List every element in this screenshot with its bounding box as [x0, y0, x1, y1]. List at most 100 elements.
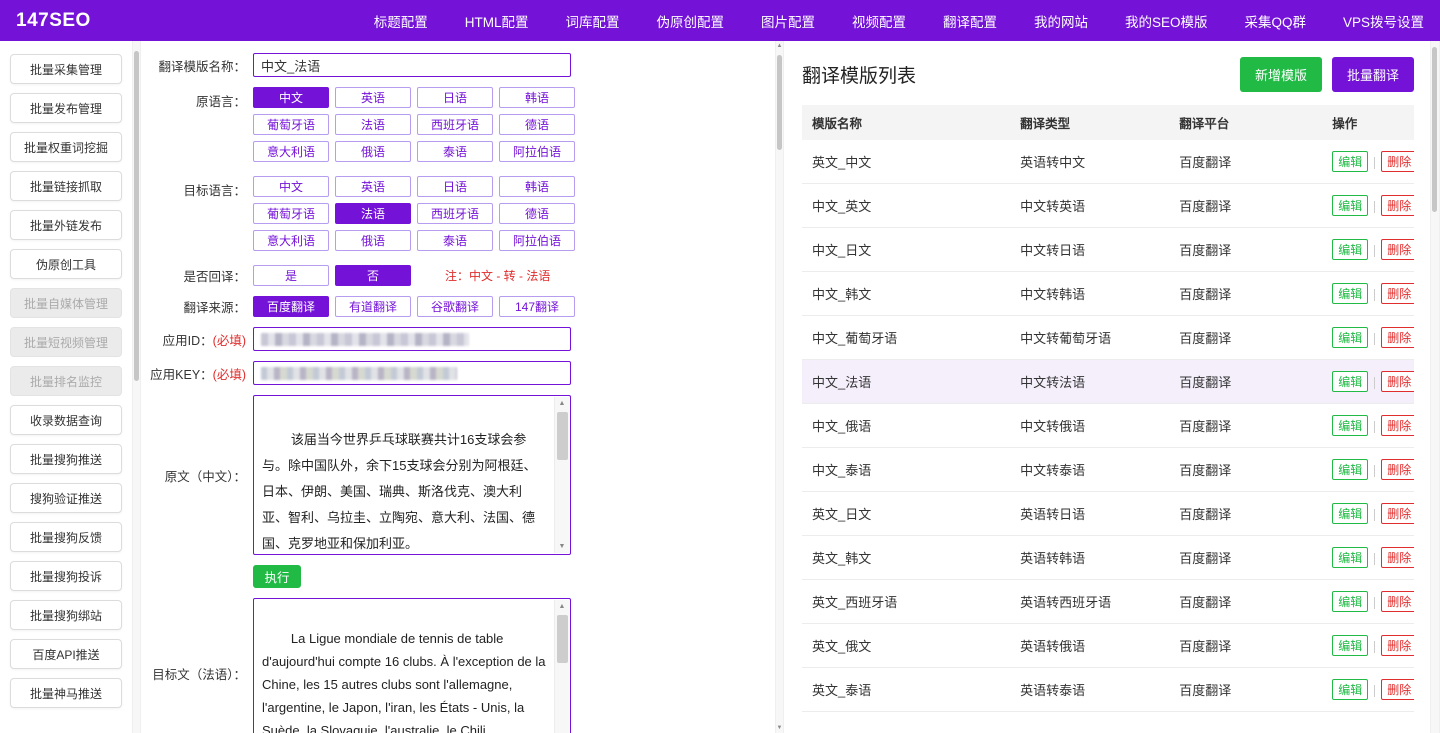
app-logo[interactable]: 147SEO [16, 10, 91, 32]
delete-button[interactable]: 删除 [1381, 591, 1414, 612]
language-option[interactable]: 韩语 [499, 87, 575, 108]
form-scrollbar[interactable]: ▲ ▼ [775, 41, 784, 733]
app-id-input[interactable] [253, 327, 571, 351]
edit-button[interactable]: 编辑 [1332, 195, 1368, 216]
sidebar-item[interactable]: 批量神马推送 [10, 678, 122, 708]
sidebar-item[interactable]: 伪原创工具 [10, 249, 122, 279]
sidebar-item[interactable]: 收录数据查询 [10, 405, 122, 435]
table-row[interactable]: 中文_英文中文转英语百度翻译编辑删除 [802, 184, 1414, 228]
nav-item[interactable]: 视频配置 [852, 11, 906, 31]
sidebar-item[interactable]: 百度API推送 [10, 639, 122, 669]
scrollbar-thumb[interactable] [1432, 47, 1437, 212]
edit-button[interactable]: 编辑 [1332, 371, 1368, 392]
table-row[interactable]: 中文_法语中文转法语百度翻译编辑删除 [802, 360, 1414, 404]
edit-button[interactable]: 编辑 [1332, 415, 1368, 436]
language-option[interactable]: 葡萄牙语 [253, 203, 329, 224]
scroll-down-icon[interactable]: ▼ [776, 723, 783, 733]
add-template-button[interactable]: 新增模版 [1240, 57, 1322, 92]
nav-item[interactable]: 词库配置 [565, 11, 619, 31]
delete-button[interactable]: 删除 [1381, 415, 1414, 436]
delete-button[interactable]: 删除 [1381, 151, 1414, 172]
scroll-up-icon[interactable]: ▲ [776, 41, 783, 51]
nav-item[interactable]: 采集QQ群 [1244, 11, 1306, 31]
edit-button[interactable]: 编辑 [1332, 503, 1368, 524]
language-option[interactable]: 日语 [417, 176, 493, 197]
language-option[interactable]: 意大利语 [253, 141, 329, 162]
scroll-up-icon[interactable]: ▲ [555, 600, 569, 613]
back-translate-option[interactable]: 否 [335, 265, 411, 286]
delete-button[interactable]: 删除 [1381, 679, 1414, 700]
edit-button[interactable]: 编辑 [1332, 679, 1368, 700]
sidebar-scrollbar[interactable] [132, 41, 141, 733]
language-option[interactable]: 德语 [499, 114, 575, 135]
table-row[interactable]: 英文_中文英语转中文百度翻译编辑删除 [802, 140, 1414, 184]
language-option[interactable]: 俄语 [335, 230, 411, 251]
nav-item[interactable]: HTML配置 [465, 11, 529, 31]
delete-button[interactable]: 删除 [1381, 283, 1414, 304]
sidebar-item[interactable]: 批量排名监控 [10, 366, 122, 396]
language-option[interactable]: 阿拉伯语 [499, 141, 575, 162]
language-option[interactable]: 泰语 [417, 141, 493, 162]
sidebar-item[interactable]: 批量搜狗投诉 [10, 561, 122, 591]
language-option[interactable]: 阿拉伯语 [499, 230, 575, 251]
nav-item[interactable]: 翻译配置 [943, 11, 997, 31]
page-scrollbar[interactable] [1430, 41, 1440, 733]
execute-button[interactable]: 执行 [253, 565, 301, 588]
sidebar-item[interactable]: 批量权重词挖掘 [10, 132, 122, 162]
language-option[interactable]: 法语 [335, 114, 411, 135]
delete-button[interactable]: 删除 [1381, 503, 1414, 524]
translate-source-option[interactable]: 147翻译 [499, 296, 575, 317]
sidebar-item[interactable]: 批量搜狗反馈 [10, 522, 122, 552]
sidebar-item[interactable]: 批量搜狗绑站 [10, 600, 122, 630]
table-row[interactable]: 英文_韩文英语转韩语百度翻译编辑删除 [802, 536, 1414, 580]
nav-item[interactable]: 伪原创配置 [656, 11, 724, 31]
sidebar-item[interactable]: 批量搜狗推送 [10, 444, 122, 474]
edit-button[interactable]: 编辑 [1332, 459, 1368, 480]
nav-item[interactable]: 图片配置 [761, 11, 815, 31]
delete-button[interactable]: 删除 [1381, 459, 1414, 480]
sidebar-item[interactable]: 批量链接抓取 [10, 171, 122, 201]
scrollbar-thumb[interactable] [557, 615, 568, 663]
delete-button[interactable]: 删除 [1381, 547, 1414, 568]
sidebar-item[interactable]: 批量自媒体管理 [10, 288, 122, 318]
language-option[interactable]: 俄语 [335, 141, 411, 162]
back-translate-option[interactable]: 是 [253, 265, 329, 286]
sidebar-item[interactable]: 批量短视频管理 [10, 327, 122, 357]
edit-button[interactable]: 编辑 [1332, 283, 1368, 304]
scroll-down-icon[interactable]: ▼ [555, 540, 569, 553]
scrollbar-thumb[interactable] [134, 51, 139, 381]
language-option[interactable]: 葡萄牙语 [253, 114, 329, 135]
language-option[interactable]: 中文 [253, 87, 329, 108]
nav-item[interactable]: 我的SEO模版 [1125, 11, 1208, 31]
edit-button[interactable]: 编辑 [1332, 547, 1368, 568]
edit-button[interactable]: 编辑 [1332, 635, 1368, 656]
delete-button[interactable]: 删除 [1381, 371, 1414, 392]
translate-source-option[interactable]: 百度翻译 [253, 296, 329, 317]
edit-button[interactable]: 编辑 [1332, 151, 1368, 172]
nav-item[interactable]: 我的网站 [1034, 11, 1088, 31]
translate-source-option[interactable]: 谷歌翻译 [417, 296, 493, 317]
delete-button[interactable]: 删除 [1381, 239, 1414, 260]
table-row[interactable]: 英文_俄文英语转俄语百度翻译编辑删除 [802, 624, 1414, 668]
scrollbar-thumb[interactable] [777, 55, 782, 150]
language-option[interactable]: 德语 [499, 203, 575, 224]
sidebar-item[interactable]: 批量发布管理 [10, 93, 122, 123]
table-row[interactable]: 英文_西班牙语英语转西班牙语百度翻译编辑删除 [802, 580, 1414, 624]
language-option[interactable]: 法语 [335, 203, 411, 224]
scrollbar-thumb[interactable] [557, 412, 568, 460]
language-option[interactable]: 日语 [417, 87, 493, 108]
language-option[interactable]: 泰语 [417, 230, 493, 251]
delete-button[interactable]: 删除 [1381, 635, 1414, 656]
edit-button[interactable]: 编辑 [1332, 327, 1368, 348]
table-row[interactable]: 中文_泰语中文转泰语百度翻译编辑删除 [802, 448, 1414, 492]
scroll-up-icon[interactable]: ▲ [555, 397, 569, 410]
table-row[interactable]: 中文_俄语中文转俄语百度翻译编辑删除 [802, 404, 1414, 448]
batch-translate-button[interactable]: 批量翻译 [1332, 57, 1414, 92]
language-option[interactable]: 西班牙语 [417, 203, 493, 224]
sidebar-item[interactable]: 批量外链发布 [10, 210, 122, 240]
original-textarea[interactable]: 该届当今世界乒乓球联赛共计16支球会参与。除中国队外，余下15支球会分别为阿根廷… [253, 395, 571, 555]
target-textarea[interactable]: La Ligue mondiale de tennis de table d'a… [253, 598, 571, 733]
language-option[interactable]: 西班牙语 [417, 114, 493, 135]
textarea-scrollbar[interactable]: ▲ ▼ [554, 397, 569, 553]
nav-item[interactable]: 标题配置 [374, 11, 428, 31]
